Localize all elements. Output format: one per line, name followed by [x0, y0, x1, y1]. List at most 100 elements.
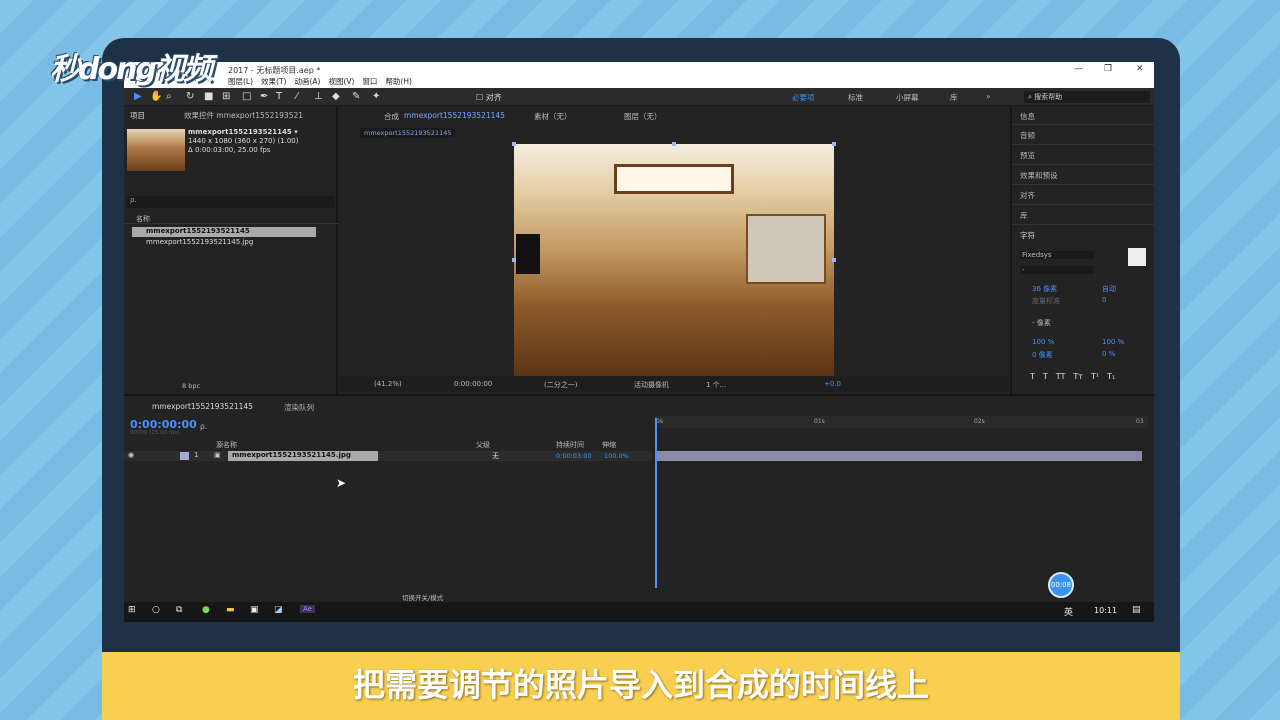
file-explorer-icon[interactable]: ▬: [226, 605, 235, 615]
stroke-width-field[interactable]: - 像素: [1032, 318, 1051, 328]
menu-window[interactable]: 窗口: [362, 76, 377, 87]
timeline-tab[interactable]: mmexport1552193521145: [152, 402, 253, 411]
exposure-value[interactable]: +0.0: [824, 380, 841, 388]
transform-handle[interactable]: [512, 142, 516, 146]
after-effects-icon[interactable]: Ae: [300, 605, 315, 613]
zoom-dropdown[interactable]: (41.2%): [374, 380, 402, 388]
playhead[interactable]: [655, 418, 657, 588]
puppet-tool-icon[interactable]: ✦: [372, 91, 380, 102]
menu-view[interactable]: 视图(V): [328, 76, 354, 87]
item-name[interactable]: mmexport1552193521145 ▾: [188, 128, 298, 136]
rectangle-tool-icon[interactable]: □: [242, 91, 251, 102]
comp-tab-name[interactable]: mmexport1552193521145: [404, 111, 505, 120]
transform-handle[interactable]: [832, 142, 836, 146]
label-color-swatch[interactable]: [180, 452, 189, 460]
notifications-icon[interactable]: ▤: [1132, 605, 1141, 615]
all-caps-button[interactable]: TT: [1056, 372, 1066, 381]
panel-libraries[interactable]: 库: [1020, 210, 1028, 221]
brush-tool-icon[interactable]: ⁄: [296, 91, 298, 102]
clock[interactable]: 10:11: [1094, 606, 1117, 615]
camera-dropdown[interactable]: 活动摄像机: [634, 380, 669, 390]
ime-indicator[interactable]: 英: [1064, 605, 1073, 618]
composition-viewer[interactable]: [514, 144, 834, 376]
help-search-input[interactable]: ⌕ 搜索帮助: [1024, 91, 1150, 103]
clone-stamp-tool-icon[interactable]: ⊥: [314, 91, 323, 102]
leading-field[interactable]: 自动: [1102, 284, 1116, 294]
more-workspaces-icon[interactable]: »: [986, 92, 991, 101]
bit-depth-button[interactable]: 8 bpc: [182, 382, 200, 390]
font-size-field[interactable]: 36 像素: [1032, 284, 1057, 294]
app-icon[interactable]: ◪: [274, 605, 283, 615]
superscript-button[interactable]: T¹: [1091, 372, 1099, 381]
faux-bold-button[interactable]: T: [1030, 372, 1035, 381]
workspace-small-screen[interactable]: 小屏幕: [896, 92, 919, 103]
views-dropdown[interactable]: 1 个...: [706, 380, 726, 390]
toggle-switches-modes-button[interactable]: 切换开关/模式: [402, 592, 443, 602]
tab-footage[interactable]: 素材（无）: [534, 111, 572, 122]
table-row[interactable]: ◉ 1 ▣ mmexport1552193521145.jpg 无 0:00:0…: [124, 451, 652, 461]
transform-handle[interactable]: [832, 258, 836, 262]
column-parent[interactable]: 父级: [476, 440, 490, 450]
store-icon[interactable]: ▣: [250, 605, 259, 615]
subscript-button[interactable]: T₁: [1107, 372, 1115, 381]
rotate-tool-icon[interactable]: ↻: [186, 91, 194, 102]
browser-icon[interactable]: ●: [202, 605, 210, 615]
small-caps-button[interactable]: Tт: [1073, 372, 1083, 381]
font-family-dropdown[interactable]: Fixedsys: [1020, 251, 1094, 259]
current-time-display[interactable]: 0:00:00:00: [454, 380, 492, 388]
timeline-search-input[interactable]: ρ.: [200, 422, 207, 431]
transform-handle[interactable]: [672, 142, 676, 146]
panel-preview[interactable]: 预览: [1020, 150, 1035, 161]
baseline-shift-field[interactable]: 0 像素: [1032, 350, 1053, 360]
layer-stretch[interactable]: 100.0%: [604, 452, 629, 460]
tab-project[interactable]: 项目: [130, 110, 145, 121]
selection-tool-icon[interactable]: ▶: [134, 91, 142, 102]
column-source-name[interactable]: 源名称: [216, 440, 237, 450]
layer-duration[interactable]: 0:00:03:00: [556, 452, 592, 460]
menu-animation[interactable]: 动画(A): [294, 76, 320, 87]
time-ruler[interactable]: 0s 01s 02s 03: [654, 416, 1148, 428]
minimize-button[interactable]: —: [1074, 64, 1083, 74]
workspace-libraries[interactable]: 库: [950, 92, 958, 103]
comp-tab-label[interactable]: 合成: [384, 111, 399, 122]
column-duration[interactable]: 持续时间: [556, 440, 584, 450]
layer-name[interactable]: mmexport1552193521145.jpg: [228, 451, 378, 461]
roto-brush-tool-icon[interactable]: ✎: [352, 91, 360, 102]
zoom-tool-icon[interactable]: ⌕: [166, 91, 172, 102]
fill-color-swatch[interactable]: [1128, 248, 1146, 266]
panel-info[interactable]: 信息: [1020, 111, 1035, 122]
tab-effect-controls[interactable]: 效果控件 mmexport1552193521: [184, 110, 303, 121]
windows-start-icon[interactable]: ⊞: [128, 605, 136, 615]
horizontal-scale-field[interactable]: 100 %: [1102, 338, 1124, 346]
close-button[interactable]: ✕: [1136, 64, 1144, 74]
render-queue-tab[interactable]: 渲染队列: [284, 402, 314, 413]
eraser-tool-icon[interactable]: ◆: [332, 91, 340, 102]
text-tool-icon[interactable]: T: [276, 91, 282, 102]
hand-tool-icon[interactable]: ✋: [150, 91, 162, 102]
camera-tool-icon[interactable]: ■: [204, 91, 213, 102]
panel-audio[interactable]: 音频: [1020, 130, 1035, 141]
layer-duration-bar[interactable]: [656, 451, 1142, 461]
cortana-icon[interactable]: ○: [152, 605, 160, 615]
panel-effects-presets[interactable]: 效果和预设: [1020, 170, 1058, 181]
tracking-field[interactable]: 0: [1102, 296, 1106, 304]
faux-italic-button[interactable]: T: [1043, 372, 1048, 381]
align-checkbox[interactable]: ☐ 对齐: [476, 92, 502, 103]
workspace-essentials[interactable]: 必要项: [792, 92, 815, 103]
font-style-dropdown[interactable]: -: [1020, 266, 1094, 274]
comp-sub-tab[interactable]: mmexport1552193521145: [360, 128, 456, 138]
pen-tool-icon[interactable]: ✒: [260, 91, 268, 102]
maximize-button[interactable]: ❐: [1104, 64, 1112, 74]
kerning-field[interactable]: 度量标准: [1032, 296, 1060, 306]
project-search-input[interactable]: ρ.: [127, 196, 335, 208]
panel-align[interactable]: 对齐: [1020, 190, 1035, 201]
transform-handle[interactable]: [512, 258, 516, 262]
resolution-dropdown[interactable]: (二分之一): [544, 380, 577, 390]
tsume-field[interactable]: 0 %: [1102, 350, 1115, 358]
pan-behind-tool-icon[interactable]: ⊞: [222, 91, 230, 102]
visibility-eye-icon[interactable]: ◉: [128, 451, 134, 459]
task-view-icon[interactable]: ⧉: [176, 605, 182, 615]
column-name-header[interactable]: 名称: [124, 214, 338, 224]
column-stretch[interactable]: 伸缩: [602, 440, 616, 450]
parent-dropdown[interactable]: 无: [492, 451, 499, 461]
